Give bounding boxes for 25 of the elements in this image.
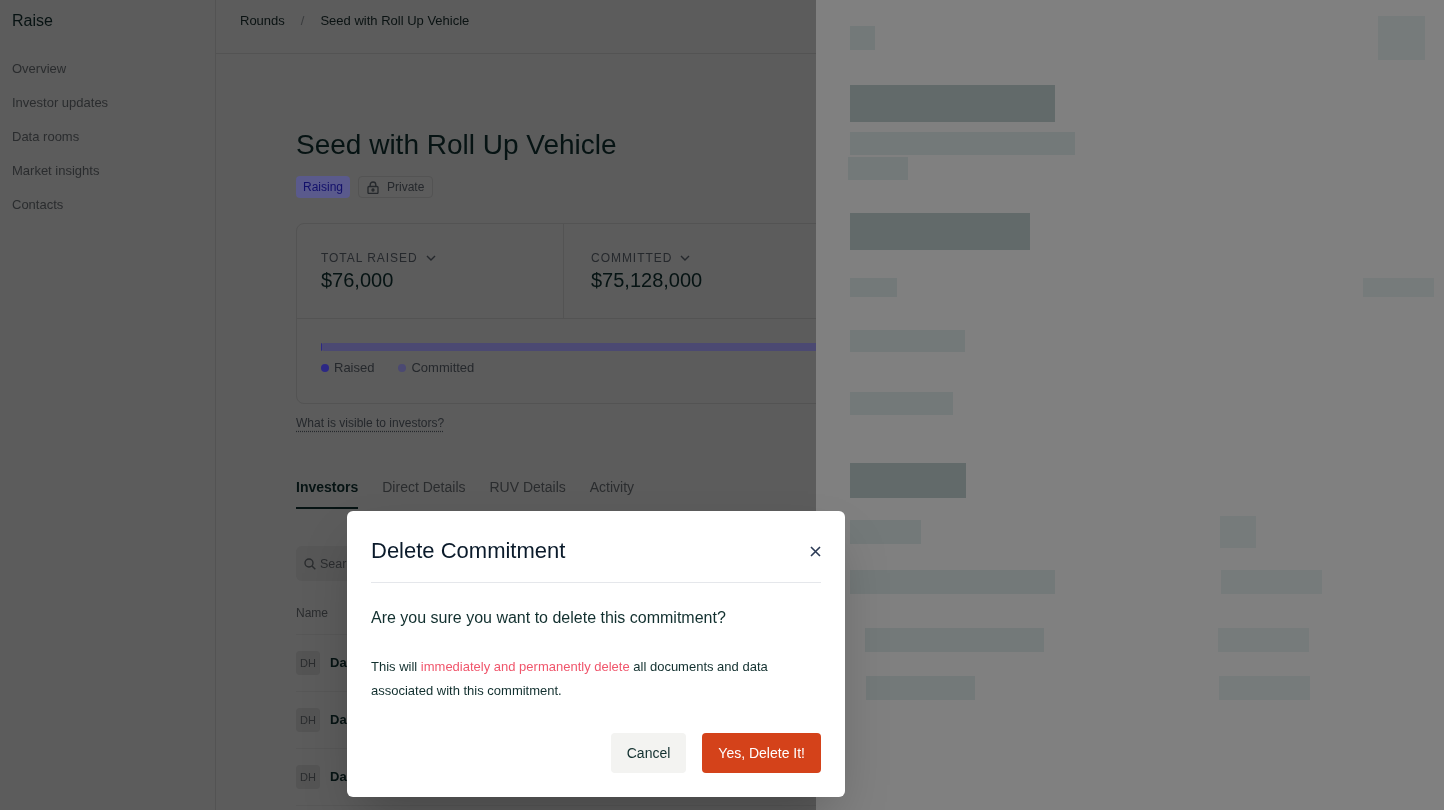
- cancel-button[interactable]: Cancel: [610, 733, 687, 773]
- stat-value: $76,000: [321, 268, 394, 292]
- dialog-question: Are you sure you want to delete this commitment?: [371, 608, 727, 628]
- chevron-down-icon[interactable]: [425, 255, 436, 261]
- stat-label: TOTAL RAISED: [321, 250, 418, 266]
- investor-name: Da: [330, 711, 347, 730]
- visibility-label: Private: [387, 179, 425, 196]
- investor-name: Da: [330, 768, 347, 787]
- breadcrumb-link[interactable]: Rounds: [240, 13, 285, 29]
- breadcrumb-current: Seed with Roll Up Vehicle: [320, 13, 470, 29]
- delete-button[interactable]: Yes, Delete It!: [702, 733, 821, 773]
- status-badge: Raising: [296, 176, 351, 198]
- stat-value: $75,128,000: [591, 268, 703, 292]
- close-icon: [809, 545, 821, 557]
- dialog-message: This will immediately and permanently delete all documents and data associated with this commitment.: [371, 658, 769, 700]
- lock-icon: [367, 180, 380, 194]
- round-title: Seed with Roll Up Vehicle: [296, 128, 617, 162]
- chevron-down-icon[interactable]: [680, 255, 691, 261]
- investor-name: Da: [330, 654, 347, 673]
- tab[interactable]: Investors: [296, 477, 359, 509]
- dialog-title: Delete Commitment: [371, 537, 566, 565]
- search-icon: [304, 557, 316, 570]
- brand-name: Raise: [12, 11, 53, 31]
- close-button[interactable]: [808, 544, 822, 558]
- breadcrumb-separator: /: [299, 13, 306, 29]
